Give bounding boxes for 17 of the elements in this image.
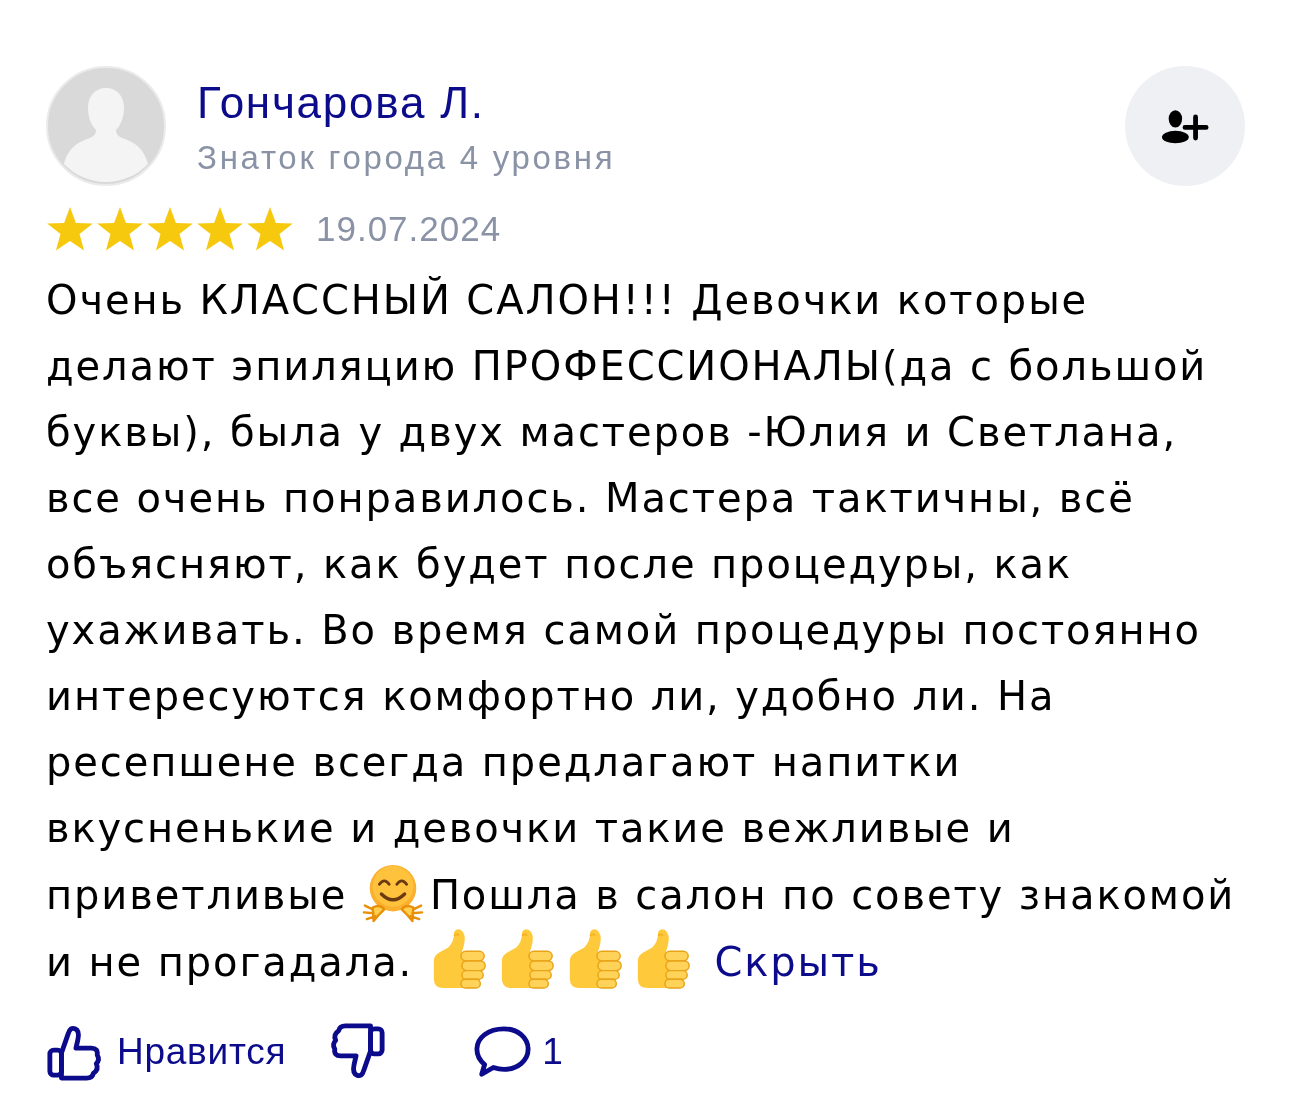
like-button[interactable]: Нравится	[46, 1023, 287, 1081]
reviewer-name[interactable]: Гончарова Л.	[197, 78, 485, 128]
avatar-icon	[46, 66, 166, 186]
review-date: 19.07.2024	[316, 209, 502, 249]
comment-button[interactable]: 1	[474, 1023, 564, 1081]
thumbs-down-icon	[328, 1023, 387, 1081]
star-icon	[46, 207, 94, 251]
star-icon	[146, 207, 194, 251]
star-icon	[196, 207, 244, 251]
dislike-button[interactable]	[328, 1023, 387, 1081]
reviewer-level: Знаток города 4 уровня	[197, 138, 616, 178]
review-text: Очень КЛАССНЫЙ САЛОН!!! Девочки которые делают эпиляцию ПРОФЕССИОНАЛЫ(да с большой буквы), была у двух мастеров -Юлия и Светлана, все очень понравилось. Мастера тактичны, всё объясняют, как будет после процедуры, как ухаживать. Во время самой процедуры постоянно интересуются комфортно ли, удобно ли. На ресепшене всегда предлагают напитки вкусненькие и девочки такие вежливые и приветливые Пошла в салон по совету знакомой и не прогадала. Скрыть	[46, 267, 1248, 995]
star-icon	[246, 207, 294, 251]
star-icon	[96, 207, 144, 251]
collapse-link[interactable]: Скрыть	[714, 939, 882, 985]
thumbs-up-icon	[46, 1023, 104, 1081]
add-person-icon	[1161, 108, 1209, 144]
